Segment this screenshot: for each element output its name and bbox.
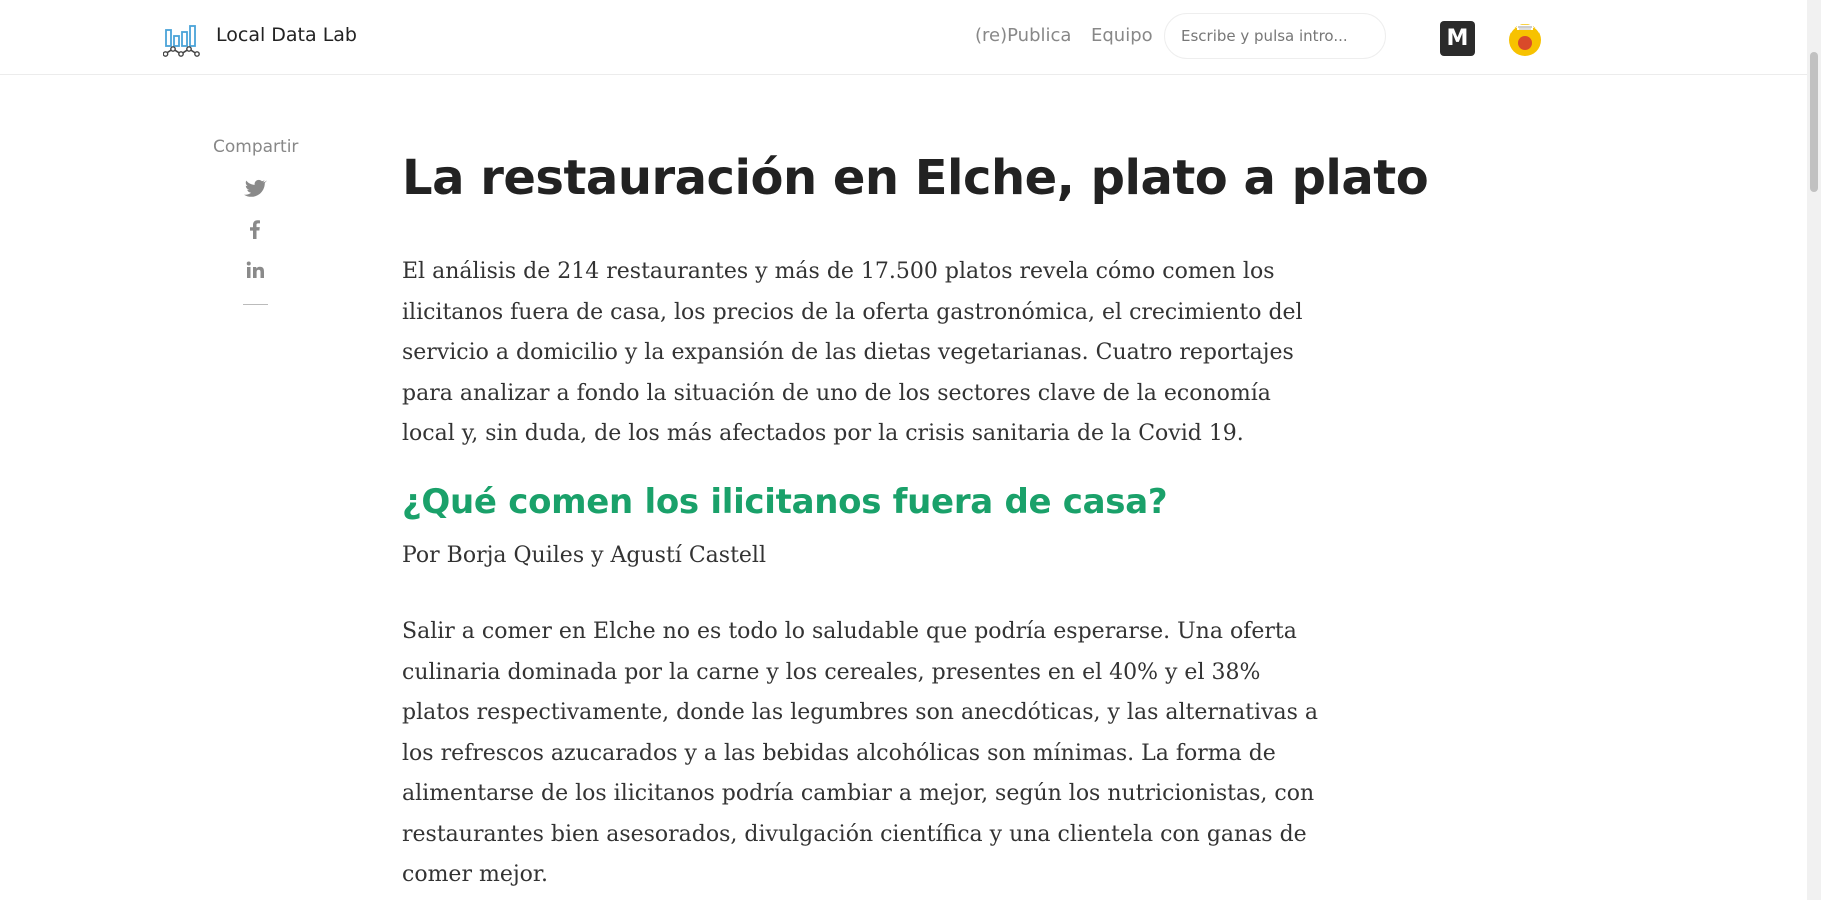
m-logo-icon[interactable]: M — [1440, 21, 1475, 56]
vertical-scrollbar[interactable] — [1807, 0, 1821, 900]
article-byline: Por Borja Quiles y Agustí Castell — [402, 543, 766, 568]
facebook-icon[interactable] — [243, 217, 267, 241]
article-title: La restauración en Elche, plato a plato — [402, 150, 1429, 206]
top-navigation-bar: Local Data Lab (re)Publica Equipo M — [0, 0, 1807, 75]
article-paragraph: Salir a comer en Elche no es todo lo sal… — [402, 619, 1319, 887]
partner-badge-icon[interactable] — [1506, 19, 1544, 57]
article-intro: El análisis de 214 restaurantes y más de… — [402, 259, 1303, 446]
nav-link-republica[interactable]: (re)Publica — [975, 25, 1071, 46]
nav-link-equipo[interactable]: Equipo — [1091, 25, 1153, 46]
section-title: ¿Qué comen los ilicitanos fuera de casa? — [402, 482, 1168, 522]
site-brand-name[interactable]: Local Data Lab — [216, 24, 357, 46]
linkedin-icon[interactable] — [243, 258, 267, 282]
share-divider — [243, 304, 268, 305]
twitter-icon[interactable] — [243, 176, 267, 200]
search-input[interactable] — [1164, 13, 1386, 59]
share-label: Compartir — [213, 137, 299, 157]
scrollbar-thumb[interactable] — [1810, 52, 1818, 192]
bar-chart-logo-icon[interactable] — [163, 22, 201, 60]
